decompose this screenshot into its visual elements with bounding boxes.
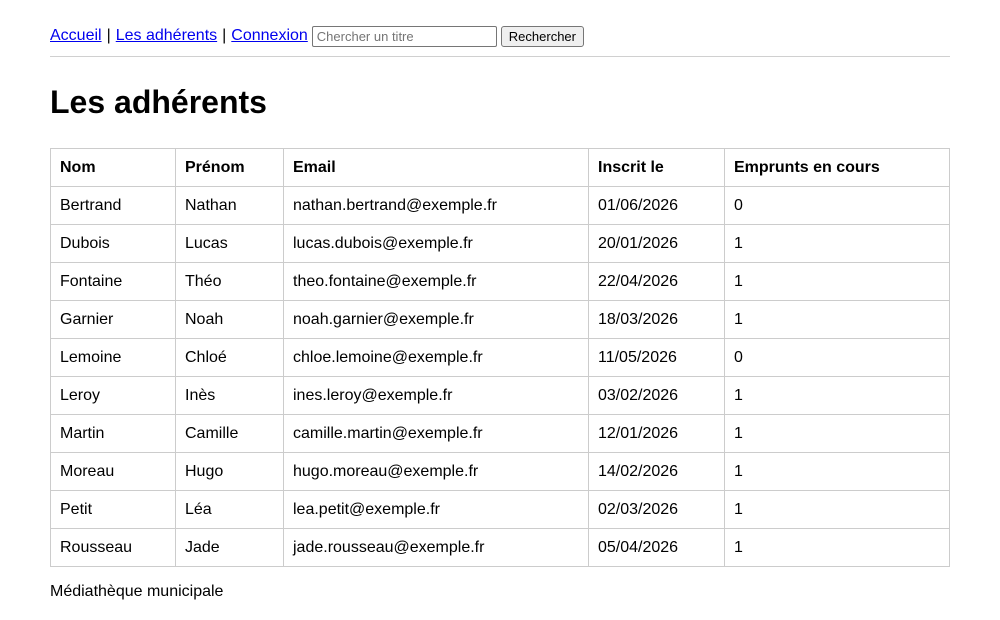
cell-prenom: Camille (175, 414, 284, 453)
cell-nom: Lemoine (50, 338, 176, 377)
table-row: Lemoine Chloé chloe.lemoine@exemple.fr 1… (50, 338, 950, 377)
table-row: Bertrand Nathan nathan.bertrand@exemple.… (50, 186, 950, 225)
table-row: Petit Léa lea.petit@exemple.fr 02/03/202… (50, 490, 950, 529)
cell-inscrit-le: 02/03/2026 (588, 490, 725, 529)
cell-prenom: Noah (175, 300, 284, 339)
column-header-prenom: Prénom (175, 148, 284, 187)
cell-nom: Bertrand (50, 186, 176, 225)
search-button[interactable]: Rechercher (500, 25, 584, 47)
cell-nom: Dubois (50, 224, 176, 263)
cell-email: chloe.lemoine@exemple.fr (283, 338, 589, 377)
cell-emprunts: 0 (724, 186, 950, 225)
table-row: Garnier Noah noah.garnier@exemple.fr 18/… (50, 300, 950, 339)
cell-email: lucas.dubois@exemple.fr (283, 224, 589, 263)
table-row: Fontaine Théo theo.fontaine@exemple.fr 2… (50, 262, 950, 301)
nav-link-home[interactable]: Accueil (50, 27, 102, 45)
cell-emprunts: 1 (724, 224, 950, 263)
cell-inscrit-le: 01/06/2026 (588, 186, 725, 225)
cell-prenom: Inès (175, 376, 284, 415)
table-row: Rousseau Jade jade.rousseau@exemple.fr 0… (50, 528, 950, 567)
cell-prenom: Nathan (175, 186, 284, 225)
cell-nom: Fontaine (50, 262, 176, 301)
cell-nom: Rousseau (50, 528, 176, 567)
table-row: Martin Camille camille.martin@exemple.fr… (50, 414, 950, 453)
nav-separator: | (106, 27, 111, 44)
table-header-row: Nom Prénom Email Inscrit le Emprunts en … (50, 148, 950, 187)
cell-inscrit-le: 11/05/2026 (588, 338, 725, 377)
nav-link-login[interactable]: Connexion (231, 27, 308, 45)
cell-nom: Garnier (50, 300, 176, 339)
table-row: Moreau Hugo hugo.moreau@exemple.fr 14/02… (50, 452, 950, 491)
cell-inscrit-le: 22/04/2026 (588, 262, 725, 301)
cell-email: camille.martin@exemple.fr (283, 414, 589, 453)
column-header-emprunts: Emprunts en cours (724, 148, 950, 187)
search-input[interactable] (311, 25, 497, 47)
cell-email: theo.fontaine@exemple.fr (283, 262, 589, 301)
cell-prenom: Jade (175, 528, 284, 567)
cell-nom: Petit (50, 490, 176, 529)
members-table: Nom Prénom Email Inscrit le Emprunts en … (50, 148, 950, 567)
cell-prenom: Lucas (175, 224, 284, 263)
footer-text: Médiathèque municipale (50, 583, 224, 600)
cell-inscrit-le: 20/01/2026 (588, 224, 725, 263)
cell-email: lea.petit@exemple.fr (283, 490, 589, 529)
cell-inscrit-le: 14/02/2026 (588, 452, 725, 491)
cell-emprunts: 1 (724, 414, 950, 453)
cell-inscrit-le: 03/02/2026 (588, 376, 725, 415)
cell-nom: Leroy (50, 376, 176, 415)
top-nav: Accueil | Les adhérents | Connexion Rech… (50, 25, 950, 47)
cell-inscrit-le: 18/03/2026 (588, 300, 725, 339)
cell-email: ines.leroy@exemple.fr (283, 376, 589, 415)
cell-emprunts: 1 (724, 490, 950, 529)
column-header-email: Email (283, 148, 589, 187)
cell-nom: Martin (50, 414, 176, 453)
cell-inscrit-le: 12/01/2026 (588, 414, 725, 453)
cell-prenom: Théo (175, 262, 284, 301)
column-header-nom: Nom (50, 148, 176, 187)
cell-email: noah.garnier@exemple.fr (283, 300, 589, 339)
cell-emprunts: 1 (724, 452, 950, 491)
cell-nom: Moreau (50, 452, 176, 491)
table-body: Bertrand Nathan nathan.bertrand@exemple.… (50, 186, 950, 567)
column-header-inscrit-le: Inscrit le (588, 148, 725, 187)
cell-prenom: Chloé (175, 338, 284, 377)
cell-emprunts: 0 (724, 338, 950, 377)
cell-prenom: Léa (175, 490, 284, 529)
cell-email: hugo.moreau@exemple.fr (283, 452, 589, 491)
cell-email: nathan.bertrand@exemple.fr (283, 186, 589, 225)
nav-link-members[interactable]: Les adhérents (116, 27, 217, 45)
cell-inscrit-le: 05/04/2026 (588, 528, 725, 567)
page-title: Les adhérents (50, 84, 267, 120)
cell-emprunts: 1 (724, 528, 950, 567)
cell-email: jade.rousseau@exemple.fr (283, 528, 589, 567)
nav-divider (50, 56, 950, 57)
cell-emprunts: 1 (724, 262, 950, 301)
cell-prenom: Hugo (175, 452, 284, 491)
cell-emprunts: 1 (724, 300, 950, 339)
nav-separator: | (222, 27, 227, 44)
table-row: Dubois Lucas lucas.dubois@exemple.fr 20/… (50, 224, 950, 263)
cell-emprunts: 1 (724, 376, 950, 415)
table-row: Leroy Inès ines.leroy@exemple.fr 03/02/2… (50, 376, 950, 415)
